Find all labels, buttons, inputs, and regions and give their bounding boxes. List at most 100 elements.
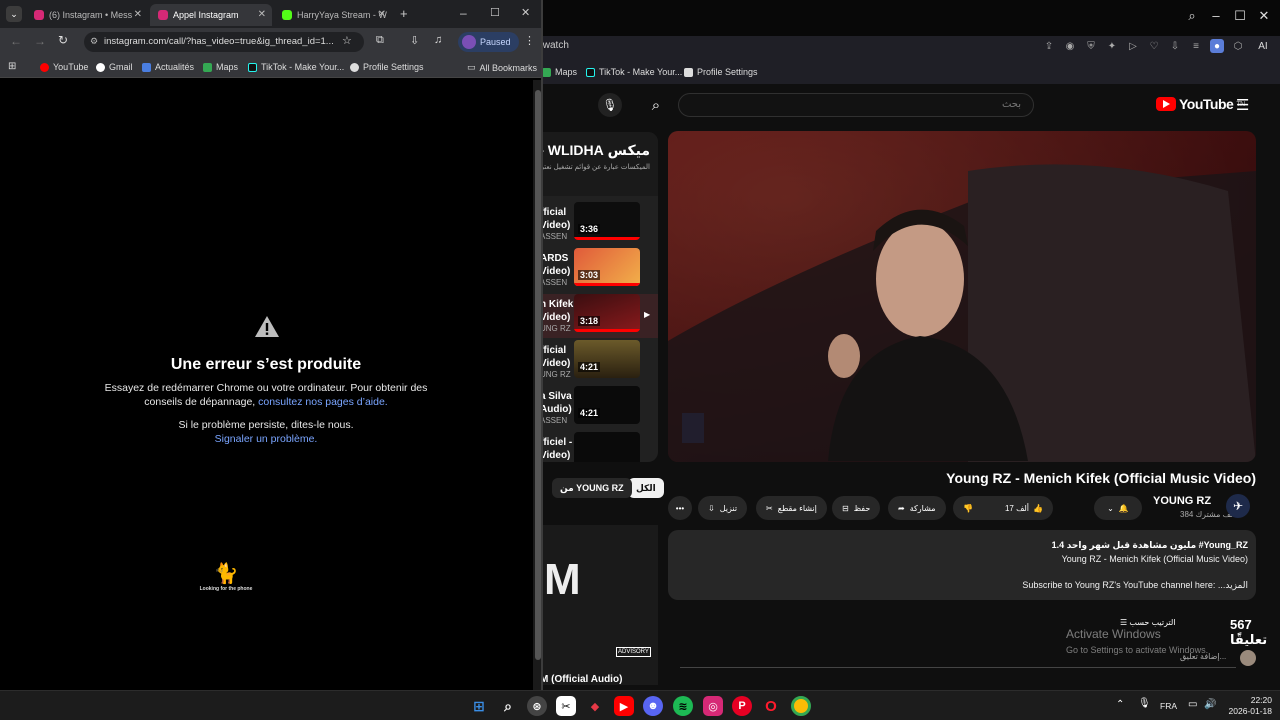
folder-icon: ▭	[467, 62, 476, 72]
bookmark-star-icon[interactable]: ☆	[342, 34, 352, 47]
youtube-logo[interactable]: YouTube TN	[1156, 96, 1245, 112]
close-icon[interactable]: ✕	[1254, 8, 1274, 24]
shield-icon[interactable]: ⛨	[1084, 39, 1098, 53]
playlist-item[interactable]: a Silva Audio) ASSEN 4:21	[540, 386, 658, 430]
profile-paused-button[interactable]: Paused	[458, 32, 519, 52]
volume-icon[interactable]: 🔊	[1204, 699, 1216, 710]
chatgpt-icon[interactable]: ⊛	[527, 696, 547, 716]
close-icon[interactable]: ✕	[521, 6, 530, 19]
opera-icon[interactable]: O	[761, 696, 781, 716]
video-player[interactable]	[668, 131, 1256, 462]
apps-icon[interactable]: ⊞	[8, 61, 16, 72]
maximize-icon[interactable]: ☐	[1230, 8, 1250, 24]
site-info-icon[interactable]: ⚙	[90, 36, 98, 47]
download-icon[interactable]: ⇩	[1168, 39, 1182, 53]
dislike-icon[interactable]: 👎	[963, 504, 973, 513]
chip-from-channel[interactable]: من YOUNG RZ	[552, 478, 632, 498]
tab-instagram-messages[interactable]: (6) Instagram • Mess ✕	[26, 4, 148, 26]
share-button[interactable]: ➦ مشاركة	[888, 496, 946, 520]
pinterest-icon[interactable]: P	[732, 696, 752, 716]
more-actions-button[interactable]: •••	[668, 496, 692, 520]
heart-icon[interactable]: ♡	[1147, 39, 1161, 53]
playlist-item[interactable]: fficial Video) ASSEN 3:36	[540, 202, 658, 246]
minimize-icon[interactable]: –	[1206, 8, 1226, 23]
close-tab-icon[interactable]: ✕	[134, 9, 142, 20]
forward-icon[interactable]: →	[34, 34, 46, 48]
help-pages-link[interactable]: consultez nos pages d’aide.	[258, 396, 388, 408]
close-tab-icon[interactable]: ✕	[378, 9, 386, 20]
hamburger-menu-icon[interactable]: ☰	[1236, 96, 1249, 114]
video-description[interactable]: 1.4 مليون مشاهدة قبل شهر واحد #Young_RZ …	[668, 530, 1256, 600]
maximize-icon[interactable]: ☐	[490, 6, 500, 19]
playlist-item-current[interactable]: n Kifek Video) UNG RZ 3:18 ▶	[540, 294, 658, 338]
close-tab-icon[interactable]: ✕	[258, 9, 266, 20]
menu-lines-icon[interactable]: ≡	[1189, 39, 1203, 53]
network-icon[interactable]: ▭	[1188, 699, 1197, 710]
scrollbar[interactable]	[533, 80, 541, 690]
search-icon[interactable]: ⌕	[498, 696, 518, 716]
bookmark-tiktok[interactable]: TikTok - Make Your...	[586, 67, 682, 77]
bookmark-profile-settings[interactable]: Profile Settings	[350, 62, 424, 72]
language-indicator[interactable]: FRA	[1160, 701, 1177, 711]
ai-icon[interactable]: AI	[1252, 39, 1274, 53]
clip-button[interactable]: ✂ إنشاء مقطع	[756, 496, 827, 520]
yt-url-field[interactable]: /watch	[540, 40, 569, 60]
new-tab-icon[interactable]: +	[400, 6, 408, 21]
all-bookmarks-button[interactable]: ▭ All Bookmarks	[467, 62, 537, 73]
playlist-item[interactable]: fficiel - Video)	[540, 432, 658, 462]
profile-icon[interactable]: ●	[1210, 39, 1224, 53]
extension-icon[interactable]: ⬡	[1231, 39, 1245, 53]
download-icon[interactable]: ⇩	[410, 34, 419, 47]
extensions-icon[interactable]: ⧉	[376, 34, 384, 47]
like-button[interactable]: 17 ألف 👍	[1005, 504, 1043, 513]
bookmark-actualites[interactable]: Actualités	[142, 62, 194, 72]
microphone-icon[interactable]: 🎙	[598, 93, 622, 117]
bookmark-youtube[interactable]: YouTube	[40, 62, 88, 72]
minimize-icon[interactable]: –	[460, 6, 467, 20]
channel-name[interactable]: YOUNG RZ	[1153, 495, 1211, 507]
instagram-app-icon[interactable]: ◎	[703, 696, 723, 716]
camera-icon[interactable]: ◉	[1063, 39, 1077, 53]
share-page-icon[interactable]: ⇪	[1042, 39, 1056, 53]
bookmark-maps[interactable]: Maps	[203, 62, 238, 72]
play-icon[interactable]: ▷	[1126, 39, 1140, 53]
channel-avatar[interactable]: ✈	[1226, 494, 1250, 518]
tab-search-icon[interactable]: ⌄	[6, 6, 22, 22]
subscription-bell-button[interactable]: ⌄ 🔔	[1094, 496, 1142, 520]
tab-instagram-call[interactable]: Appel Instagram ✕	[150, 4, 272, 26]
puzzle-icon[interactable]: ✦	[1105, 39, 1119, 53]
bookmark-profile-settings[interactable]: Profile Settings	[684, 67, 758, 77]
start-windows-icon[interactable]: ⊞	[469, 696, 489, 716]
discord-icon[interactable]: ☻	[643, 696, 663, 716]
youtube-app-icon[interactable]: ▶	[614, 696, 634, 716]
tray-chevron-icon[interactable]: ⌃	[1116, 699, 1124, 710]
reload-icon[interactable]: ↻	[58, 33, 68, 47]
bookmark-gmail[interactable]: Gmail	[96, 62, 133, 72]
download-button[interactable]: ⇩ تنزيل	[698, 496, 748, 520]
capcut-icon[interactable]: ✂	[556, 696, 576, 716]
search-icon[interactable]: ⌕	[644, 94, 668, 116]
save-button[interactable]: ⊟ حفظ	[832, 496, 881, 520]
search-input[interactable]: بحث	[678, 93, 1034, 117]
tab-kick-stream[interactable]: HarryYaya Stream - W ✕	[274, 4, 392, 26]
bookmark-tiktok[interactable]: TikTok - Make Your...	[248, 62, 344, 72]
clock[interactable]: 22:20 2026-01-18	[1220, 695, 1272, 717]
address-bar[interactable]: ⚙ instagram.com/call/?has_video=true&ig_…	[84, 32, 364, 52]
playlist-item[interactable]: ARDS Video) ASSEN 3:03	[540, 248, 658, 292]
video-thumbnail: 4:21	[574, 386, 640, 424]
spotify-icon[interactable]: ≋	[673, 696, 693, 716]
bookmark-maps[interactable]: Maps	[542, 67, 577, 77]
chrome-icon[interactable]	[791, 696, 811, 716]
playlist-item[interactable]: fficial Video) UNG RZ 4:21	[540, 340, 658, 384]
media-control-icon[interactable]: ♫	[434, 34, 442, 46]
back-icon[interactable]: ←	[10, 34, 22, 48]
search-tabs-icon[interactable]: ⌕	[1182, 8, 1202, 24]
kebab-menu-icon[interactable]: ⋮	[524, 34, 535, 47]
brave-icon[interactable]: ◆	[585, 696, 605, 716]
recommended-video-thumbnail[interactable]: M ADVISORY M (Official Audio)	[540, 525, 658, 685]
google-icon	[96, 62, 105, 72]
chip-all[interactable]: الكل	[628, 478, 664, 498]
microphone-icon[interactable]: 🎙	[1138, 698, 1151, 709]
report-problem-link[interactable]: Signaler un problème.	[215, 433, 318, 445]
playlist-title[interactable]: ميكس WLIDHA -	[540, 142, 650, 159]
